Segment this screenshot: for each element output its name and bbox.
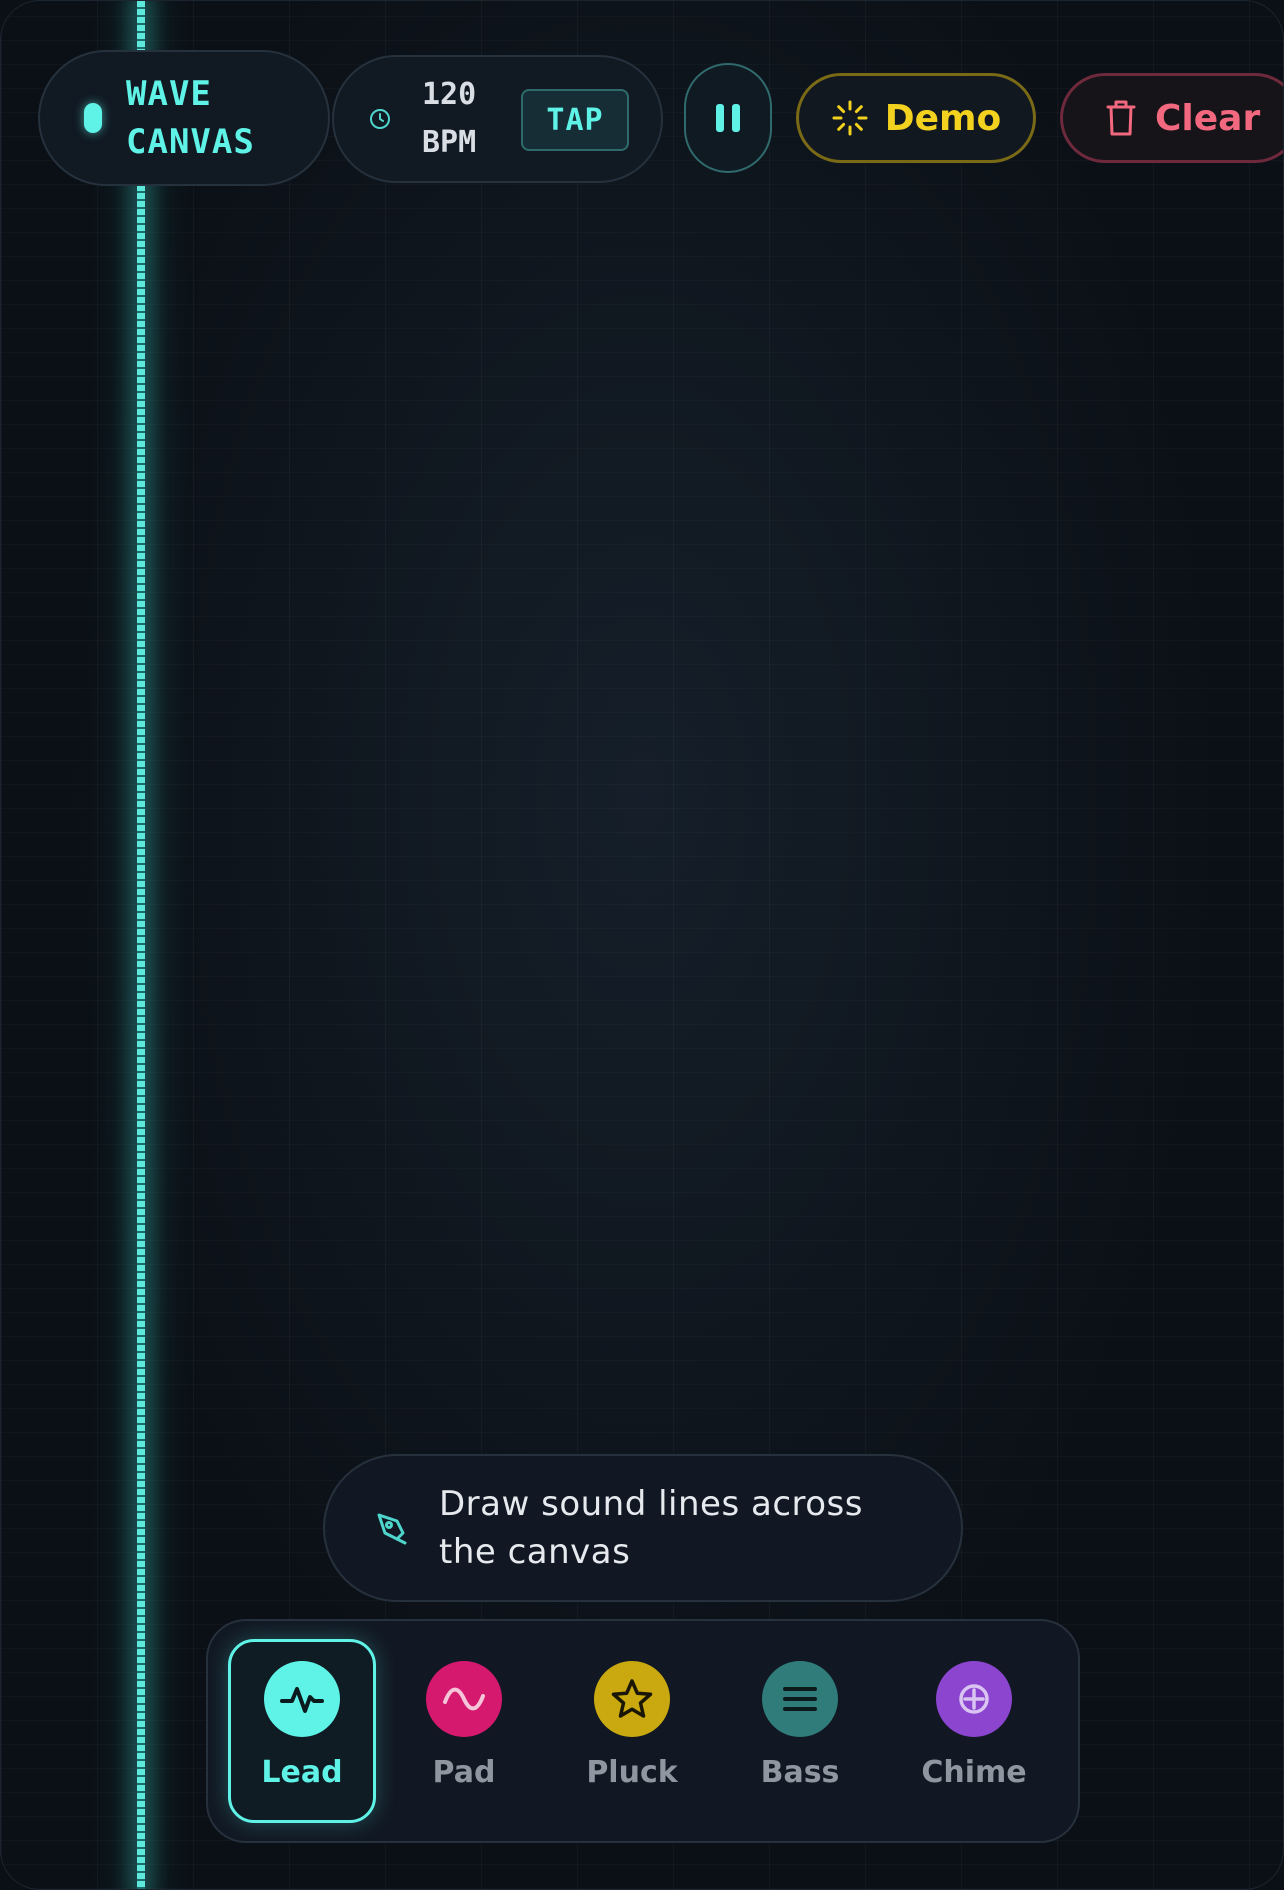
tap-tempo-button[interactable]: TAP bbox=[521, 89, 629, 151]
instrument-bass-badge bbox=[762, 1661, 838, 1737]
demo-button[interactable]: Demo bbox=[796, 73, 1036, 163]
tempo-unit: BPM bbox=[422, 125, 477, 160]
bars-icon bbox=[783, 1687, 817, 1711]
instrument-pad-badge bbox=[426, 1661, 502, 1737]
pulse-icon bbox=[280, 1687, 324, 1713]
status-dot bbox=[84, 103, 102, 133]
instrument-chime[interactable]: Chime bbox=[900, 1639, 1048, 1823]
instrument-lead[interactable]: Lead bbox=[228, 1639, 376, 1823]
tempo-value: 120 bbox=[422, 77, 477, 112]
drawing-canvas[interactable] bbox=[1, 1, 1283, 1889]
clear-button-label: Clear bbox=[1155, 97, 1261, 139]
star-icon bbox=[611, 1679, 653, 1718]
trash-icon bbox=[1106, 100, 1136, 136]
playhead bbox=[137, 1, 145, 1889]
brand-badge: WAVE CANVAS bbox=[38, 50, 330, 186]
tempo-readout: 120 BPM bbox=[422, 71, 476, 167]
sparkle-icon bbox=[832, 100, 868, 136]
clock-icon bbox=[370, 109, 390, 129]
instrument-lead-badge bbox=[264, 1661, 340, 1737]
demo-button-label: Demo bbox=[884, 97, 1002, 139]
pen-icon bbox=[377, 1513, 407, 1545]
brand-title: WAVE CANVAS bbox=[126, 70, 255, 166]
pause-button[interactable] bbox=[684, 63, 772, 173]
hint-toast: Draw sound lines across the canvas bbox=[323, 1454, 963, 1602]
instrument-chime-badge bbox=[936, 1661, 1012, 1737]
brand-title-line2: CANVAS bbox=[126, 122, 255, 162]
instrument-lead-label: Lead bbox=[261, 1755, 343, 1790]
instrument-pluck[interactable]: Pluck bbox=[558, 1639, 706, 1823]
tempo-control: 120 BPM TAP bbox=[332, 55, 663, 183]
instrument-bass[interactable]: Bass bbox=[726, 1639, 874, 1823]
instrument-pad[interactable]: Pad bbox=[390, 1639, 538, 1823]
crosshair-circle-icon bbox=[959, 1684, 989, 1714]
brand-title-line1: WAVE bbox=[126, 74, 212, 114]
instrument-bass-label: Bass bbox=[760, 1755, 840, 1790]
hint-text: Draw sound lines across the canvas bbox=[439, 1484, 863, 1572]
instrument-pad-label: Pad bbox=[432, 1755, 496, 1790]
instrument-pluck-label: Pluck bbox=[586, 1755, 678, 1790]
instrument-tray: Lead Pad Pluck Bass Chime bbox=[206, 1619, 1080, 1843]
instrument-pluck-badge bbox=[594, 1661, 670, 1737]
clear-button[interactable]: Clear bbox=[1060, 73, 1283, 163]
wave-canvas-app: WAVE CANVAS 120 BPM TAP Demo Clear Draw … bbox=[0, 0, 1284, 1890]
sine-wave-icon bbox=[443, 1687, 485, 1711]
pause-icon bbox=[712, 104, 744, 132]
instrument-chime-label: Chime bbox=[921, 1755, 1027, 1790]
